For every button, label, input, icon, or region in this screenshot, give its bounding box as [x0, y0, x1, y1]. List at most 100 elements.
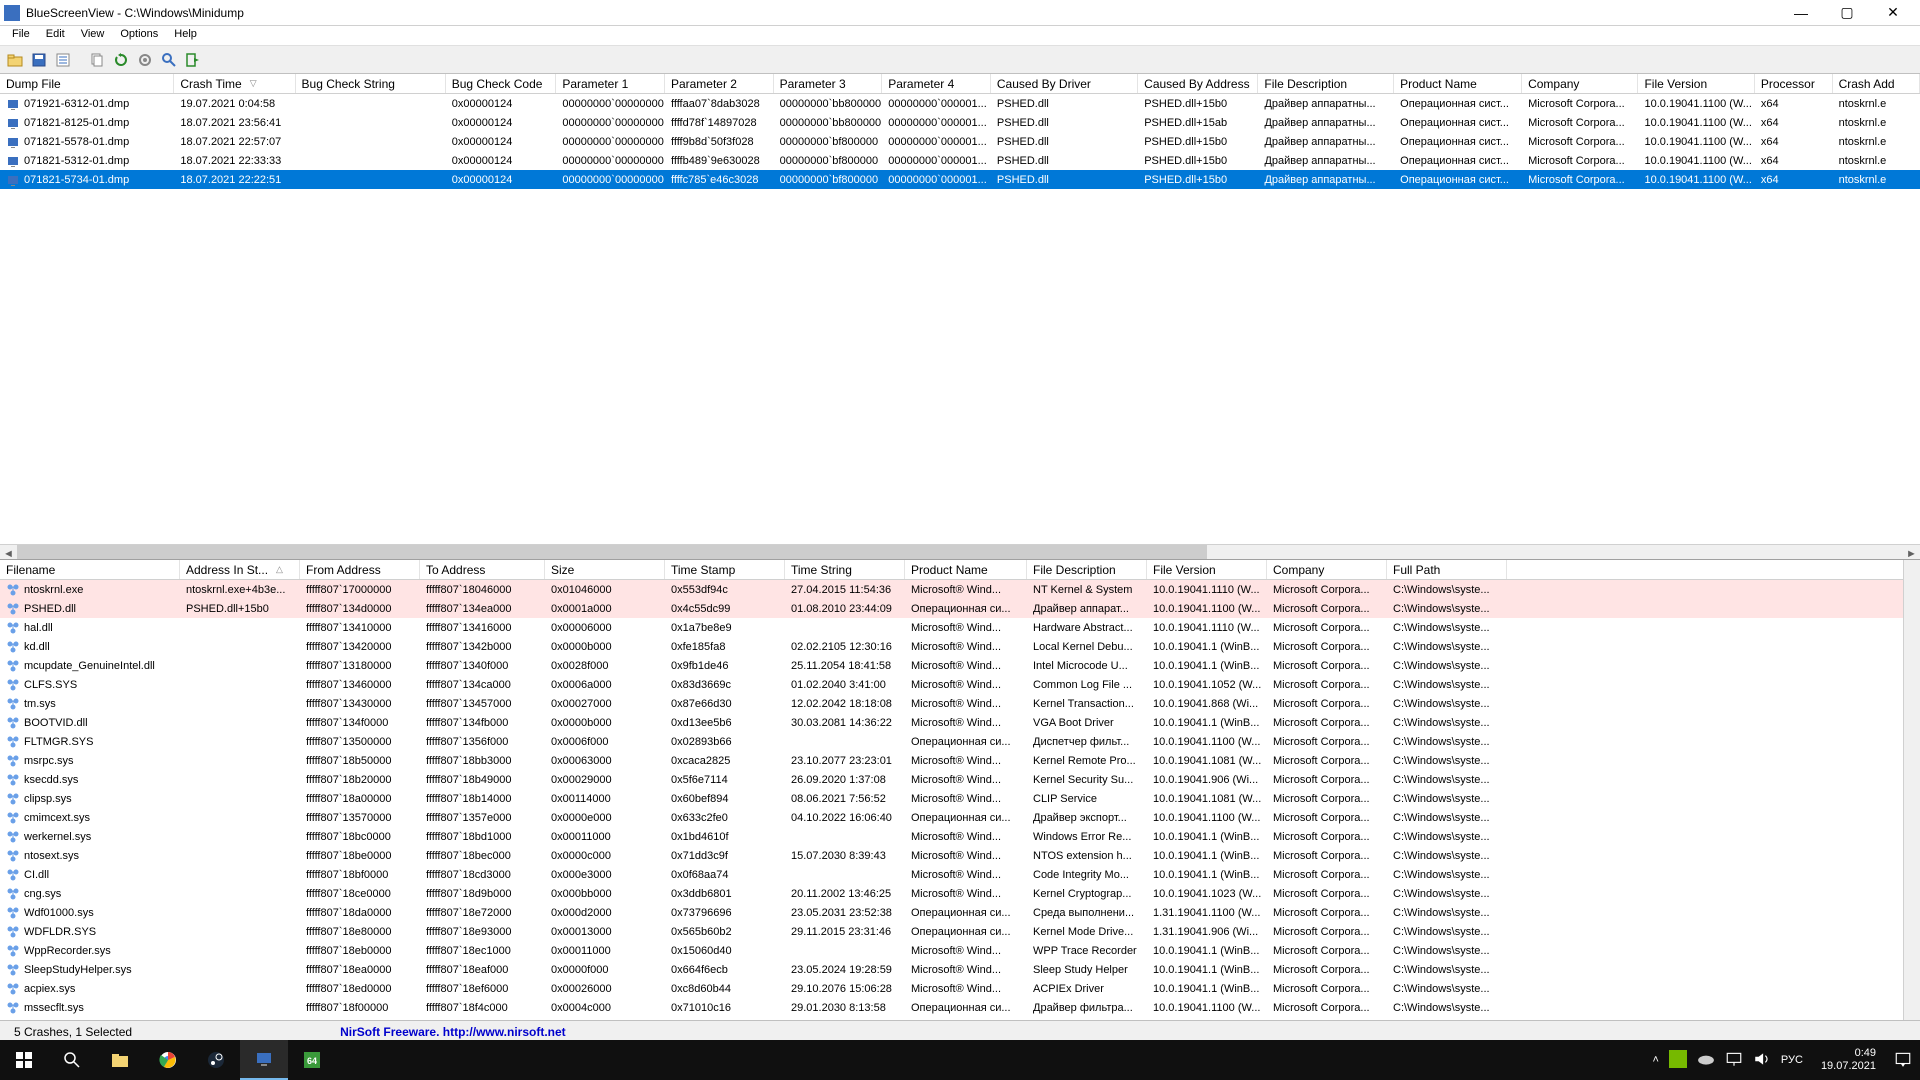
column-header[interactable]: Bug Check String [296, 74, 446, 93]
module-row[interactable]: cmimcext.sysfffff807`13570000fffff807`13… [0, 808, 1903, 827]
column-header[interactable]: To Address [420, 560, 545, 579]
module-row[interactable]: ntosext.sysfffff807`18be0000fffff807`18b… [0, 846, 1903, 865]
column-header[interactable]: Product Name [1394, 74, 1522, 93]
module-row[interactable]: kd.dllfffff807`13420000fffff807`1342b000… [0, 637, 1903, 656]
steam-icon[interactable] [192, 1040, 240, 1080]
module-row[interactable]: mcupdate_GenuineIntel.dllfffff807`131800… [0, 656, 1903, 675]
module-row[interactable]: PSHED.dllPSHED.dll+15b0fffff807`134d0000… [0, 599, 1903, 618]
scroll-left-icon[interactable]: ◄ [0, 545, 17, 560]
crash-row[interactable]: 071821-8125-01.dmp18.07.2021 23:56:410x0… [0, 113, 1920, 132]
module-row[interactable]: acpiex.sysfffff807`18ed0000fffff807`18ef… [0, 979, 1903, 998]
chrome-icon[interactable] [144, 1040, 192, 1080]
module-row[interactable]: clipsp.sysfffff807`18a00000fffff807`18b1… [0, 789, 1903, 808]
module-row[interactable]: Wdf01000.sysfffff807`18da0000fffff807`18… [0, 903, 1903, 922]
module-row[interactable]: werkernel.sysfffff807`18bc0000fffff807`1… [0, 827, 1903, 846]
module-row[interactable]: WppRecorder.sysfffff807`18eb0000fffff807… [0, 941, 1903, 960]
module-row[interactable]: CI.dllfffff807`18bf0000fffff807`18cd3000… [0, 865, 1903, 884]
properties-icon[interactable] [52, 49, 74, 71]
options-icon[interactable] [134, 49, 156, 71]
horizontal-scrollbar[interactable]: ◄ ► [0, 544, 1920, 560]
network-icon[interactable] [1725, 1050, 1743, 1071]
module-list-body[interactable]: ntoskrnl.exentoskrnl.exe+4b3e...fffff807… [0, 580, 1903, 1020]
column-header[interactable]: Time Stamp [665, 560, 785, 579]
column-header[interactable]: Parameter 4 [882, 74, 991, 93]
module-row[interactable]: FLTMGR.SYSfffff807`13500000fffff807`1356… [0, 732, 1903, 751]
column-header[interactable]: Caused By Address [1138, 74, 1258, 93]
volume-icon[interactable] [1753, 1050, 1771, 1071]
cell: fffff807`134ca000 [420, 675, 545, 694]
module-row[interactable]: cng.sysfffff807`18ce0000fffff807`18d9b00… [0, 884, 1903, 903]
open-icon[interactable] [4, 49, 26, 71]
column-header[interactable]: Filename [0, 560, 180, 579]
module-row[interactable]: WDFLDR.SYSfffff807`18e80000fffff807`18e9… [0, 922, 1903, 941]
cell [180, 789, 300, 808]
tray-chevron-icon[interactable]: ˄ [1652, 1054, 1658, 1066]
menu-view[interactable]: View [73, 26, 113, 45]
column-header[interactable]: Time String [785, 560, 905, 579]
language-indicator[interactable]: РУС [1781, 1054, 1803, 1066]
refresh-icon[interactable] [110, 49, 132, 71]
column-header[interactable]: Caused By Driver [991, 74, 1138, 93]
column-header[interactable]: Parameter 3 [774, 74, 883, 93]
scroll-thumb[interactable] [17, 545, 1207, 560]
module-file-icon [6, 716, 20, 730]
module-row[interactable]: ntoskrnl.exentoskrnl.exe+4b3e...fffff807… [0, 580, 1903, 599]
crash-row[interactable]: 071821-5578-01.dmp18.07.2021 22:57:070x0… [0, 132, 1920, 151]
column-header[interactable]: File Version [1638, 74, 1754, 93]
module-row[interactable]: CLFS.SYSfffff807`13460000fffff807`134ca0… [0, 675, 1903, 694]
column-header[interactable]: File Description [1258, 74, 1394, 93]
column-header[interactable]: Parameter 1 [556, 74, 665, 93]
close-button[interactable]: ✕ [1870, 0, 1916, 26]
notifications-icon[interactable] [1894, 1050, 1912, 1071]
start-button[interactable] [0, 1040, 48, 1080]
save-icon[interactable] [28, 49, 50, 71]
module-row[interactable]: tm.sysfffff807`13430000fffff807`13457000… [0, 694, 1903, 713]
column-header[interactable]: Bug Check Code [446, 74, 557, 93]
column-header[interactable]: File Version [1147, 560, 1267, 579]
column-header[interactable]: Crash Add [1833, 74, 1920, 93]
crash-row[interactable]: 071821-5312-01.dmp18.07.2021 22:33:330x0… [0, 151, 1920, 170]
crash-row[interactable]: 071921-6312-01.dmp19.07.2021 0:04:580x00… [0, 94, 1920, 113]
module-row[interactable]: ksecdd.sysfffff807`18b20000fffff807`18b4… [0, 770, 1903, 789]
cell: ntoskrnl.e [1833, 151, 1920, 170]
cell: fffff807`13460000 [300, 675, 420, 694]
copy-icon[interactable] [86, 49, 108, 71]
x64-icon[interactable]: 64 [288, 1040, 336, 1080]
menu-file[interactable]: File [4, 26, 38, 45]
maximize-button[interactable]: ▢ [1824, 0, 1870, 26]
menu-options[interactable]: Options [112, 26, 166, 45]
crash-row[interactable]: 071821-5734-01.dmp18.07.2021 22:22:510x0… [0, 170, 1920, 189]
nvidia-icon[interactable] [1669, 1050, 1687, 1071]
find-icon[interactable] [158, 49, 180, 71]
column-header[interactable]: Product Name [905, 560, 1027, 579]
module-row[interactable]: SleepStudyHelper.sysfffff807`18ea0000fff… [0, 960, 1903, 979]
clock[interactable]: 0:49 19.07.2021 [1813, 1047, 1884, 1073]
module-row[interactable]: msrpc.sysfffff807`18b50000fffff807`18bb3… [0, 751, 1903, 770]
cell: 1.31.19041.1100 (W... [1147, 903, 1267, 922]
menu-edit[interactable]: Edit [38, 26, 73, 45]
column-header[interactable]: Processor [1755, 74, 1833, 93]
column-header[interactable]: From Address [300, 560, 420, 579]
column-header[interactable]: Address In St...△ [180, 560, 300, 579]
crash-list-body[interactable]: 071921-6312-01.dmp19.07.2021 0:04:580x00… [0, 94, 1920, 544]
column-header[interactable]: Crash Time▽ [174, 74, 295, 93]
search-icon[interactable] [48, 1040, 96, 1080]
explorer-icon[interactable] [96, 1040, 144, 1080]
scroll-right-icon[interactable]: ► [1903, 545, 1920, 560]
column-header[interactable]: Company [1522, 74, 1638, 93]
column-header[interactable]: Full Path [1387, 560, 1507, 579]
exit-icon[interactable] [182, 49, 204, 71]
column-header[interactable]: Dump File [0, 74, 174, 93]
onedrive-icon[interactable] [1697, 1050, 1715, 1071]
column-header[interactable]: Size [545, 560, 665, 579]
module-row[interactable]: BOOTVID.dllfffff807`134f0000fffff807`134… [0, 713, 1903, 732]
column-header[interactable]: File Description [1027, 560, 1147, 579]
column-header[interactable]: Company [1267, 560, 1387, 579]
module-row[interactable]: hal.dllfffff807`13410000fffff807`1341600… [0, 618, 1903, 637]
vertical-scrollbar[interactable] [1903, 560, 1920, 1020]
minimize-button[interactable]: — [1778, 0, 1824, 26]
module-row[interactable]: mssecflt.sysfffff807`18f00000fffff807`18… [0, 998, 1903, 1017]
column-header[interactable]: Parameter 2 [665, 74, 774, 93]
menu-help[interactable]: Help [166, 26, 205, 45]
bluescreenview-taskbar-icon[interactable] [240, 1040, 288, 1080]
